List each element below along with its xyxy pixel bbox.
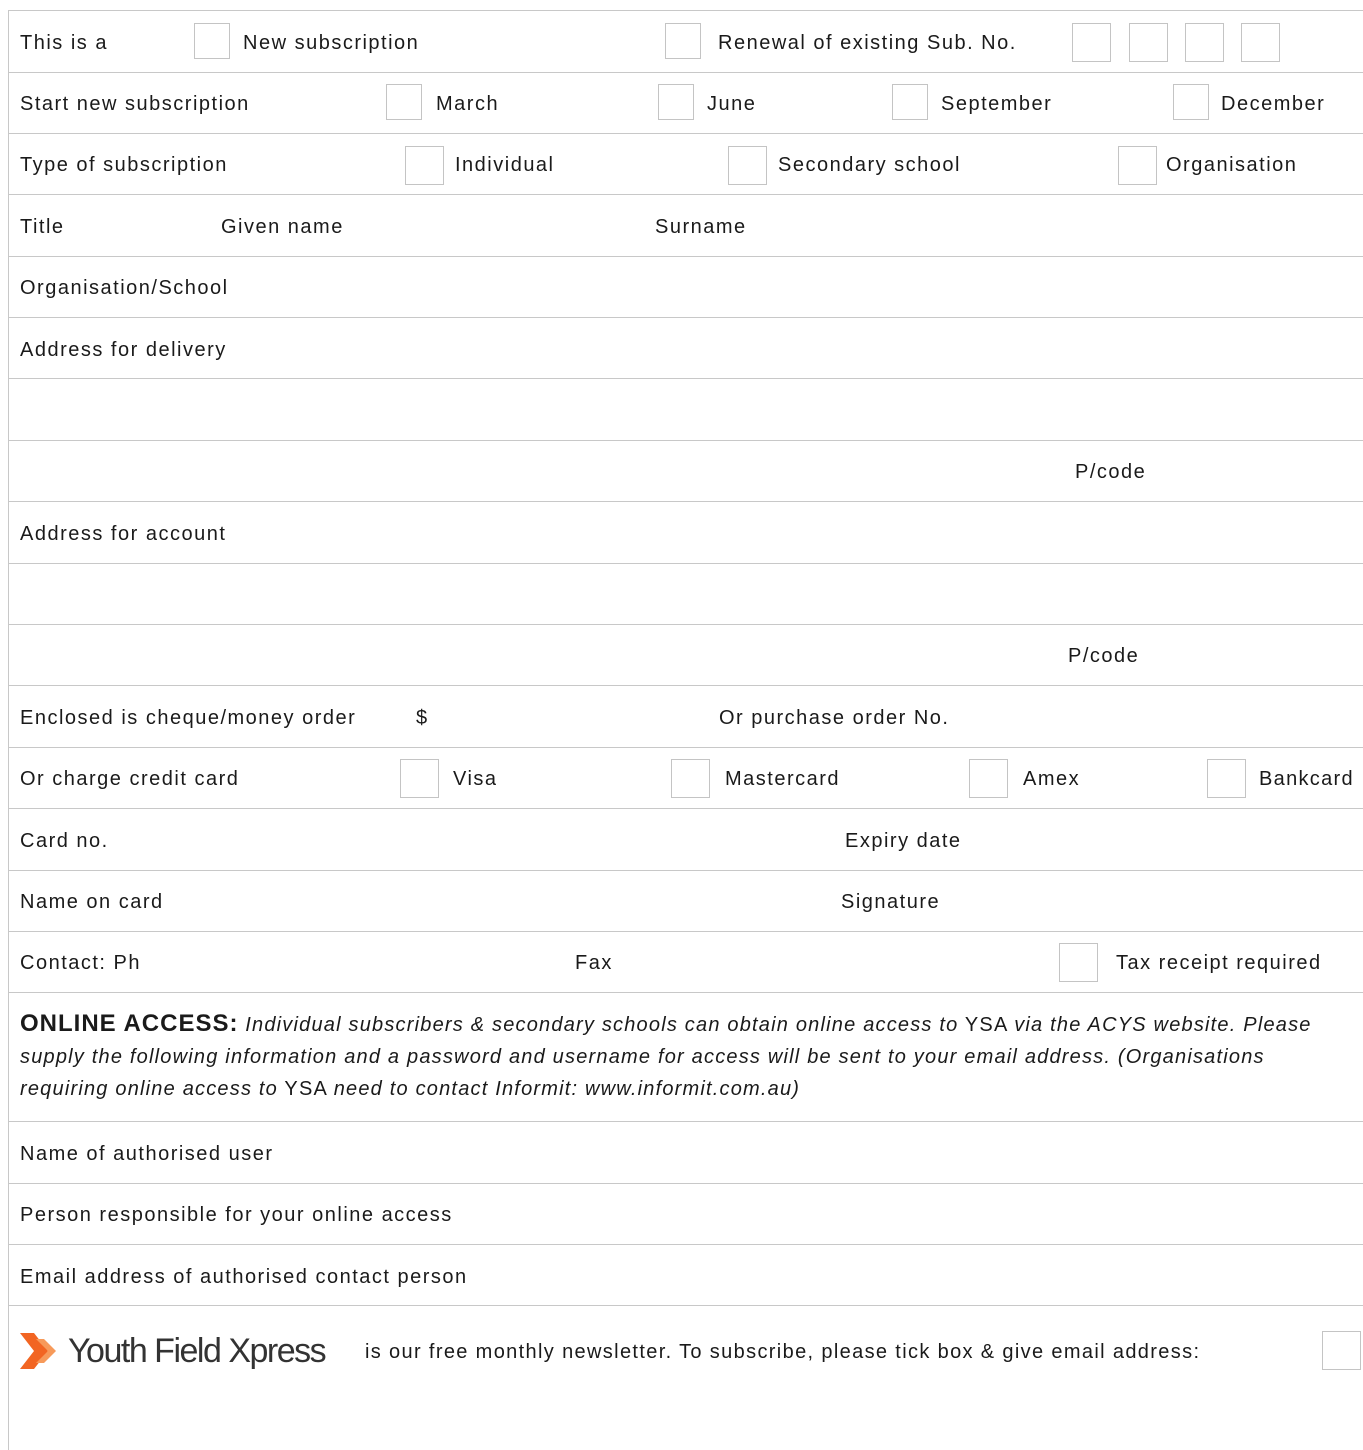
delivery-address-label: Address for delivery: [20, 339, 227, 361]
september-label: September: [941, 93, 1053, 115]
march-label: March: [436, 93, 500, 115]
individual-label: Individual: [455, 154, 555, 176]
row-line: [8, 378, 1363, 441]
responsible-person-label: Person responsible for your online acces…: [20, 1204, 453, 1226]
account-postcode-label: P/code: [1068, 645, 1140, 667]
cheque-label: Enclosed is cheque/money order: [20, 707, 357, 729]
ysa-abbrev: YSA: [284, 1078, 327, 1100]
start-month-label: Start new subscription: [20, 93, 250, 115]
authorised-user-label: Name of authorised user: [20, 1143, 274, 1165]
fax-label: Fax: [575, 952, 613, 974]
subscription-type-label: Type of subscription: [20, 154, 228, 176]
december-checkbox[interactable]: [1173, 84, 1209, 120]
online-access-note: ONLINE ACCESS: Individual subscribers & …: [20, 1008, 1340, 1105]
mastercard-label: Mastercard: [725, 768, 841, 790]
row-line: [8, 563, 1363, 625]
online-access-heading: ONLINE ACCESS:: [20, 1010, 239, 1037]
mastercard-checkbox[interactable]: [671, 759, 710, 798]
account-address-label: Address for account: [20, 523, 227, 545]
september-checkbox[interactable]: [892, 84, 928, 120]
ysa-abbrev: YSA: [964, 1014, 1008, 1036]
title-label: Title: [20, 216, 65, 238]
amex-label: Amex: [1023, 768, 1081, 790]
organisation-school-label: Organisation/School: [20, 277, 229, 299]
amex-checkbox[interactable]: [969, 759, 1008, 798]
new-subscription-label: New subscription: [243, 32, 420, 54]
row-line: [8, 624, 1363, 686]
december-label: December: [1221, 93, 1326, 115]
bankcard-checkbox[interactable]: [1207, 759, 1246, 798]
secondary-school-label: Secondary school: [778, 154, 961, 176]
subscription-kind-label: This is a: [20, 32, 108, 54]
online-access-text-3: need to contact Informit: www.informit.c…: [333, 1078, 801, 1100]
june-checkbox[interactable]: [658, 84, 694, 120]
bankcard-label: Bankcard: [1259, 768, 1354, 790]
sub-no-digit-2[interactable]: [1129, 23, 1168, 62]
delivery-postcode-label: P/code: [1075, 461, 1147, 483]
tax-receipt-label: Tax receipt required: [1116, 952, 1322, 974]
sub-no-digit-3[interactable]: [1185, 23, 1224, 62]
double-chevron-icon: [20, 1333, 56, 1369]
phone-label: Contact: Ph: [20, 952, 142, 974]
new-subscription-checkbox[interactable]: [194, 23, 230, 59]
organisation-checkbox[interactable]: [1118, 146, 1157, 185]
contact-email-label: Email address of authorised contact pers…: [20, 1266, 468, 1288]
tax-receipt-checkbox[interactable]: [1059, 943, 1098, 982]
credit-card-label: Or charge credit card: [20, 768, 240, 790]
visa-checkbox[interactable]: [400, 759, 439, 798]
march-checkbox[interactable]: [386, 84, 422, 120]
renewal-checkbox[interactable]: [665, 23, 701, 59]
surname-label: Surname: [655, 216, 747, 238]
newsletter-checkbox[interactable]: [1322, 1331, 1361, 1370]
row-line: [8, 808, 1363, 871]
purchase-order-label: Or purchase order No.: [719, 707, 950, 729]
individual-checkbox[interactable]: [405, 146, 444, 185]
given-name-label: Given name: [221, 216, 344, 238]
expiry-date-label: Expiry date: [845, 830, 962, 852]
card-number-label: Card no.: [20, 830, 109, 852]
sub-no-digit-1[interactable]: [1072, 23, 1111, 62]
renewal-label: Renewal of existing Sub. No.: [718, 32, 1017, 54]
online-access-text-1: Individual subscribers & secondary schoo…: [245, 1014, 959, 1036]
row-line: [8, 870, 1363, 932]
newsletter-text: is our free monthly newsletter. To subsc…: [365, 1341, 1201, 1363]
sub-no-digit-4[interactable]: [1241, 23, 1280, 62]
row-line: [8, 440, 1363, 502]
name-on-card-label: Name on card: [20, 891, 164, 913]
june-label: June: [707, 93, 757, 115]
secondary-school-checkbox[interactable]: [728, 146, 767, 185]
dollar-sign: $: [416, 707, 429, 729]
organisation-label: Organisation: [1166, 154, 1298, 176]
newsletter-brand: Youth Field Xpress: [68, 1331, 327, 1370]
visa-label: Visa: [453, 768, 498, 790]
signature-label: Signature: [841, 891, 941, 913]
youth-field-xpress-logo: Youth Field Xpress: [18, 1328, 327, 1374]
